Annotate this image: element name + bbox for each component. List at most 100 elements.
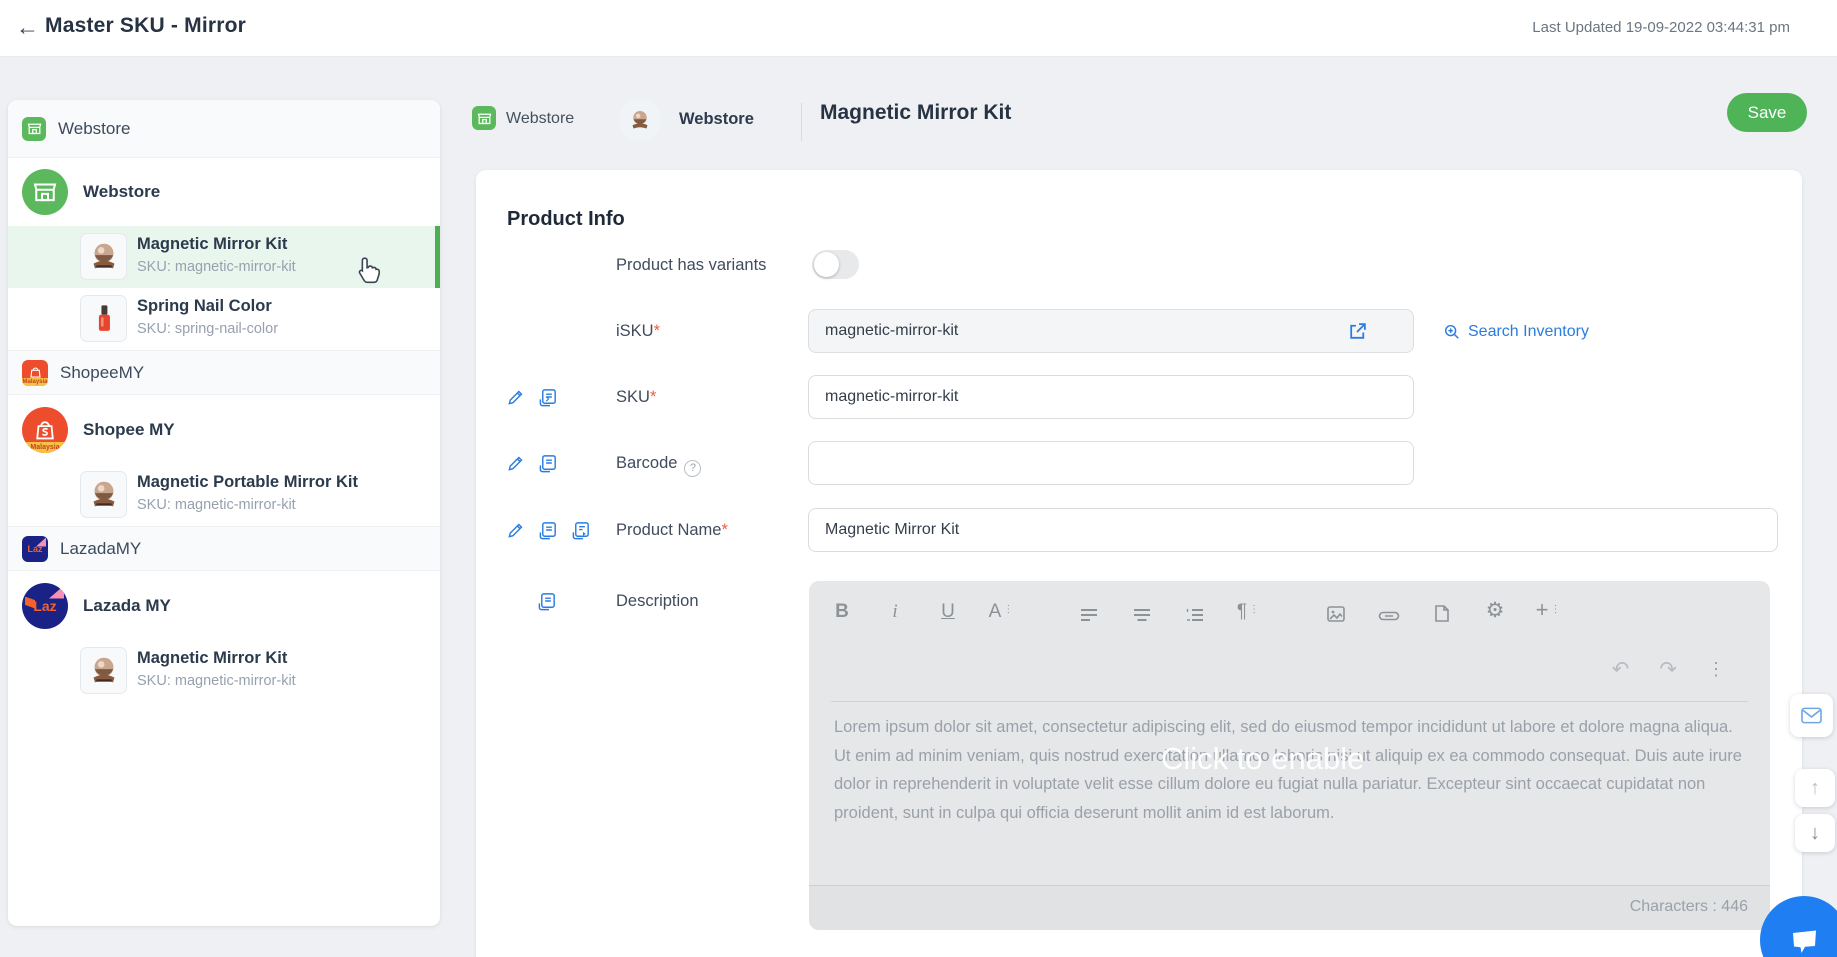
webstore-channel-icon	[472, 106, 496, 130]
toggle-knob	[814, 252, 839, 277]
breadcrumb-channel: Webstore	[506, 110, 574, 128]
edit-pencil-icon[interactable]	[504, 452, 526, 474]
sku-row-actions	[504, 386, 559, 408]
product-page-title: Magnetic Mirror Kit	[820, 101, 1011, 125]
character-count: Characters : 446	[1630, 898, 1748, 916]
envelope-icon	[1800, 706, 1823, 725]
copy-to-channels-icon[interactable]	[537, 386, 559, 408]
sku-label: SKU*	[616, 388, 656, 407]
copy-to-channels-icon[interactable]	[537, 519, 559, 541]
copy-all-languages-icon[interactable]	[570, 519, 592, 541]
product-thumbnail	[80, 471, 127, 518]
editor-divider	[831, 701, 1748, 702]
section-header-shopeemy[interactable]: Malaysia ShopeeMY	[8, 350, 440, 395]
align-center-icon[interactable]	[1131, 597, 1153, 623]
barcode-input[interactable]	[808, 441, 1414, 485]
product-name-input[interactable]	[808, 508, 1778, 552]
align-left-icon[interactable]	[1078, 597, 1100, 623]
paragraph-format-icon[interactable]: ¶⋮	[1237, 597, 1259, 623]
product-row-magnetic-mirror-kit[interactable]: Magnetic Mirror Kit SKU: magnetic-mirror…	[8, 226, 440, 288]
lazada-store-icon: Laz	[22, 583, 68, 629]
font-style-icon[interactable]: A⋮	[990, 597, 1012, 623]
edit-pencil-icon[interactable]	[504, 386, 526, 408]
ordered-list-icon[interactable]	[1184, 597, 1206, 623]
lazada-glyph: Laz	[33, 598, 56, 614]
scroll-down-button[interactable]: ↓	[1795, 814, 1835, 852]
webstore-store-icon	[22, 169, 68, 215]
editor-footer: Characters : 446	[809, 885, 1770, 930]
copy-to-channels-icon[interactable]	[537, 452, 559, 474]
product-thumbnail	[80, 233, 127, 280]
product-row-magnetic-mirror-kit-lazada[interactable]: Magnetic Mirror Kit SKU: magnetic-mirror…	[8, 640, 440, 702]
bold-icon[interactable]: B	[831, 597, 853, 623]
isku-label: iSKU*	[616, 322, 660, 341]
isku-input[interactable]	[808, 309, 1414, 353]
insert-more-icon[interactable]: +⋮	[1537, 597, 1559, 623]
product-title: Magnetic Mirror Kit	[137, 649, 287, 668]
redo-icon[interactable]: ↷	[1659, 657, 1677, 682]
copy-to-channels-icon[interactable]	[536, 590, 558, 612]
store-name: Shopee MY	[83, 420, 175, 440]
store-name: Webstore	[83, 182, 160, 202]
editor-history-toolbar: ↶ ↷ ⋮	[1612, 657, 1726, 682]
underline-icon[interactable]: U	[937, 597, 959, 623]
back-arrow-icon[interactable]: ←	[16, 14, 39, 41]
card-heading: Product Info	[507, 208, 625, 231]
malaysia-badge: Malaysia	[22, 378, 48, 386]
search-inventory-link[interactable]: Search Inventory	[1443, 323, 1589, 341]
top-bar: ← Master SKU - Mirror Last Updated 19-09…	[0, 0, 1837, 57]
chat-bubble-icon	[1784, 920, 1824, 957]
variants-label: Product has variants	[616, 256, 766, 275]
section-label: LazadaMY	[60, 539, 141, 559]
arrow-down-icon: ↓	[1810, 822, 1820, 845]
channel-sidebar: Webstore Webstore Magnetic Mirror Kit SK…	[8, 100, 440, 926]
name-row-actions	[504, 519, 592, 541]
product-sku: SKU: magnetic-mirror-kit	[137, 259, 296, 275]
shopee-store-icon: Malaysia	[22, 407, 68, 453]
product-row-magnetic-portable-mirror-kit[interactable]: Magnetic Portable Mirror Kit SKU: magnet…	[8, 464, 440, 526]
help-icon[interactable]: ?	[684, 460, 701, 477]
external-link-icon[interactable]	[1346, 320, 1368, 342]
webstore-channel-icon	[22, 117, 46, 141]
store-row-shopee-my[interactable]: Malaysia Shopee MY	[8, 395, 440, 464]
product-sku: SKU: magnetic-mirror-kit	[137, 497, 296, 513]
section-label: ShopeeMY	[60, 363, 144, 383]
editor-settings-icon[interactable]: ⚙	[1484, 597, 1506, 623]
header-divider	[801, 103, 802, 141]
product-row-spring-nail-color[interactable]: Spring Nail Color SKU: spring-nail-color	[8, 288, 440, 350]
more-options-icon[interactable]: ⋮	[1707, 659, 1726, 680]
italic-icon[interactable]: i	[884, 597, 906, 623]
store-avatar	[619, 99, 661, 141]
click-to-enable-overlay[interactable]: Click to enable	[1161, 741, 1364, 777]
product-title: Spring Nail Color	[137, 297, 272, 316]
insert-file-icon[interactable]	[1431, 597, 1453, 623]
feedback-mail-button[interactable]	[1790, 694, 1833, 737]
undo-icon[interactable]: ↶	[1612, 657, 1630, 682]
breadcrumb-store: Webstore	[679, 110, 754, 129]
page-title: Master SKU - Mirror	[45, 14, 246, 38]
last-updated-text: Last Updated 19-09-2022 03:44:31 pm	[1532, 19, 1790, 36]
variants-toggle[interactable]	[812, 250, 859, 279]
scroll-up-button[interactable]: ↑	[1795, 769, 1835, 807]
malaysia-badge: Malaysia	[22, 442, 68, 453]
arrow-up-icon: ↑	[1810, 777, 1820, 800]
description-editor[interactable]: B i U A⋮ ¶⋮ ⚙ +⋮	[809, 581, 1770, 930]
description-label: Description	[616, 592, 699, 611]
product-sku: SKU: magnetic-mirror-kit	[137, 673, 296, 689]
product-name-label: Product Name*	[616, 521, 728, 540]
section-header-webstore[interactable]: Webstore	[8, 100, 440, 158]
product-thumbnail	[80, 647, 127, 694]
store-row-lazada-my[interactable]: Laz Lazada MY	[8, 571, 440, 640]
insert-link-icon[interactable]	[1378, 597, 1400, 623]
insert-image-icon[interactable]	[1325, 597, 1347, 623]
save-button[interactable]: Save	[1727, 93, 1807, 132]
barcode-label: Barcode?	[616, 454, 701, 477]
lazada-channel-icon: Laz	[22, 536, 48, 562]
edit-pencil-icon[interactable]	[504, 519, 526, 541]
editor-toolbar: B i U A⋮ ¶⋮ ⚙ +⋮	[831, 597, 1590, 623]
sku-input[interactable]	[808, 375, 1414, 419]
zoom-plus-icon	[1443, 323, 1461, 341]
product-info-card: Product Info Product has variants iSKU* …	[476, 170, 1802, 957]
section-header-lazadamy[interactable]: Laz LazadaMY	[8, 526, 440, 571]
store-row-webstore[interactable]: Webstore	[8, 158, 440, 226]
